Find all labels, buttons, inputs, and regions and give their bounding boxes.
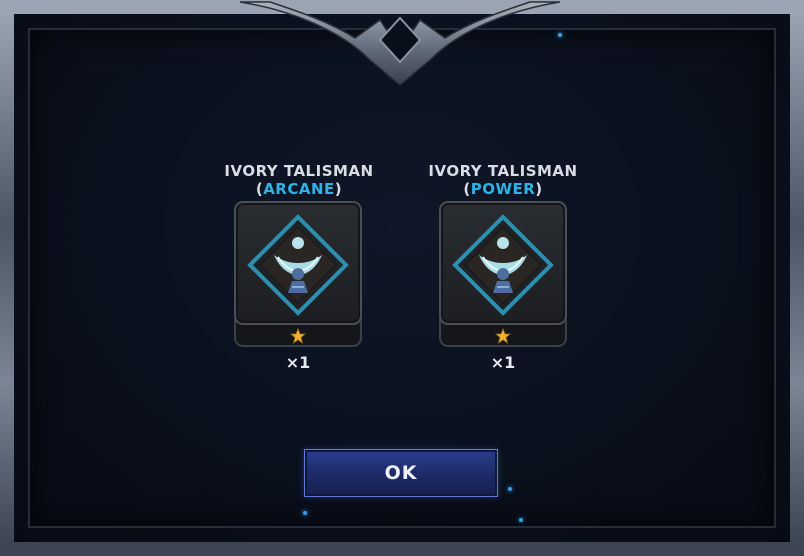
star-icon bbox=[290, 328, 306, 344]
star-icon bbox=[495, 328, 511, 344]
reward-quantity: ×1 bbox=[490, 353, 516, 372]
reward-type-line: (ARCANE) bbox=[255, 180, 343, 198]
reward-tile[interactable] bbox=[234, 201, 362, 347]
crest-ornament bbox=[239, 1, 561, 86]
tile-box bbox=[234, 201, 362, 325]
ok-button[interactable]: OK bbox=[304, 449, 498, 497]
sparkle bbox=[303, 511, 307, 515]
talisman-icon bbox=[247, 214, 349, 316]
reward-tile[interactable] bbox=[439, 201, 567, 347]
reward-title: IVORY TALISMAN (POWER) bbox=[393, 162, 613, 198]
sparkle bbox=[558, 33, 562, 37]
reward-quantity: ×1 bbox=[285, 353, 311, 372]
reward-type: POWER bbox=[470, 180, 536, 198]
talisman-icon bbox=[452, 214, 554, 316]
reward-name: IVORY TALISMAN bbox=[428, 162, 578, 180]
reward-type-line: (POWER) bbox=[463, 180, 543, 198]
reward-name: IVORY TALISMAN bbox=[224, 162, 374, 180]
sparkle bbox=[519, 518, 523, 522]
reward-type: ARCANE bbox=[263, 180, 335, 198]
ok-button-label: OK bbox=[384, 462, 418, 484]
sparkle bbox=[508, 487, 512, 491]
reward-title: IVORY TALISMAN (ARCANE) bbox=[189, 162, 409, 198]
tile-box bbox=[439, 201, 567, 325]
